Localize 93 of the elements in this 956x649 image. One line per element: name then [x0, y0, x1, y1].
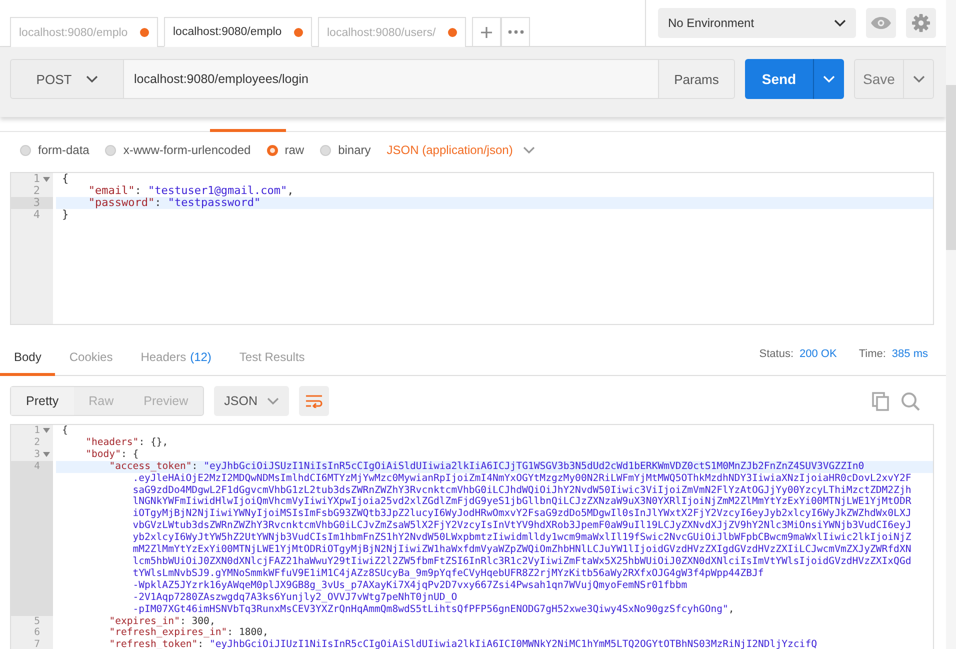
json-string: vbGVzLWtub3dsZWRnZWZhY3RvcnktcmVhbG0iLCJvZmZsaW5lX2FjY2VzcyIsInVtYV9hdXRob3JpemF0aW9uIl19LCJyZXNvdXJjZV9hY2Nlc3MiOnsiYWNjb3VudCI6eyJ: [132, 520, 912, 532]
json-number: 300: [192, 616, 210, 626]
json-number: 1800: [238, 627, 263, 638]
json-punctuation: }: [62, 208, 69, 221]
json-string: "testuser1@gmail.com": [148, 184, 288, 197]
json-punctuation: ,: [262, 627, 268, 638]
json-string: iOTgyMjBjN2NjIiwiYWNyIjoiMSIsImFsbG93ZWQtb3JpZ2lucyI6WyJodHRwOmxvY2FsaG9zdDo5MDgwIl0sInJlYWxtX2FjY2VzcyI6eyJyb2xlcyI6WyJkZWZhdWx0LXJ: [132, 508, 912, 520]
body-mode-radio[interactable]: form-data: [20, 143, 90, 157]
json-key: "password": [88, 196, 155, 209]
json-punctuation: : {},: [138, 436, 168, 448]
json-string: yb2xlcyI6WyJtYW5hZ2UtYWNjb3VudCIsIm1hbmFnZS1hY2NvdW50LWxpbmtzIiwidmlldy1wcm9maWxlIl19fSwic2NvcGUiOiJlbWFpbCBwcm9maWxlIiwic2lkIjoiNjZ: [132, 532, 912, 544]
radio-label: form-data: [38, 143, 90, 157]
radio-label: raw: [284, 143, 304, 157]
url-field[interactable]: localhost:9080/employees/login: [124, 59, 658, 99]
copy-icon: [872, 392, 889, 410]
line-number: 1: [34, 425, 40, 437]
format-dropdown[interactable]: JSON: [214, 386, 290, 416]
body-mode-radio[interactable]: raw: [266, 143, 304, 157]
json-string: "eyJhbGciOiJSUzI1NiIsInR5cCIgOiAiSldUIiwia2lkIiA6ICJjTG1WSGV3b3N5dUd2cWd1bERKWmVDZ0ctS1M0MnZJb2FnZnZ4SUV3VGZZIn0: [204, 460, 864, 472]
json-key: "body": [86, 448, 121, 460]
json-punctuation: ,: [209, 616, 216, 626]
method-dropdown[interactable]: POST: [10, 59, 124, 99]
fold-caret-icon[interactable]: [42, 176, 50, 182]
json-key: "access_token": [109, 460, 192, 472]
json-punctuation: {: [62, 425, 68, 436]
new-tab-button[interactable]: [472, 17, 501, 47]
fold-caret-icon[interactable]: [42, 452, 50, 458]
caret-icon: [834, 19, 846, 27]
status-text: Status: 200 OK: [759, 348, 837, 360]
params-button[interactable]: Params: [658, 59, 735, 99]
line-number: 4: [33, 209, 40, 221]
json-punctuation: :: [227, 627, 234, 638]
line-number: 3: [34, 448, 40, 461]
json-key: "refresh_expires_in": [109, 627, 228, 638]
json-string: -2V1Aqp7280ZAszwgdq7A3ks6Yunjly2_OVVJ7vWtg7peNhT0jnUD_O: [132, 592, 458, 603]
json-punctuation: ,: [287, 184, 294, 197]
caret-icon: [522, 146, 535, 154]
request-body-editor[interactable]: 1 { 2 "email": "testuser1@gmail.com", 3 "password": "testpassword" 4 }: [10, 172, 934, 325]
response-tab[interactable]: Headers (12): [126, 350, 226, 376]
json-string: lNGNkYWFmIiwidHlwIjoiQmVhcmVyIiwiYXpwIjoia25vd2xlZGdlZmFjdG9yeS1jbGllbnQiLCJzZXNzaW9uX3N0YXRlIjoiNjZmM2ZlMmYtYzExYi00MTNjLWE1YjMtODR: [132, 496, 912, 508]
search-icon: [901, 392, 920, 410]
json-string: -WpklAZ5JYzrk16yAWqeM0plJX9GB8g_3vUs_p7AXayKi7X4jqPv2D7vxy667Zsi4Pwsah1qn7WVujQmyoFemNSr01fbbm: [132, 580, 688, 591]
caret-icon: [912, 75, 924, 83]
view-mode-button[interactable]: Pretty: [11, 387, 74, 415]
settings-button[interactable]: [906, 8, 936, 38]
request-tab[interactable]: localhost:9080/emplo: [164, 17, 312, 47]
json-string: tYWlsLmNvbSJ9.gYMNoSmmkWFfuV9E1iM1C4jAZz8SUcyBa_9m9pYqfeCVyHqebUFR8Z2rjMYzKitb56aWy2RXfxOJG4gW3f4pWpp44ZBJf: [132, 568, 764, 579]
line-number: 4: [34, 460, 40, 473]
line-number: 5: [34, 616, 40, 628]
radio-label: binary: [338, 143, 371, 157]
line-number: 6: [34, 627, 40, 640]
json-punctuation: :: [192, 460, 199, 472]
json-key: "email": [88, 184, 135, 197]
line-number: 3: [33, 197, 40, 209]
json-punctuation: ,: [728, 604, 734, 615]
environment-dropdown[interactable]: No Environment: [658, 8, 856, 38]
json-punctuation: :: [180, 616, 187, 626]
json-string: lcm5hbWUiOiJ0ZXN0dXNlcjFAZ21haWwuY29tIiwiZ2l2ZW5fbmFtZSI6InRlc3R1c2VyIiwiZmFtaWx5X25hbWUiOiJ0ZXN0dXNlciIsImVtYWlsIjoidGVzdHVzZXIxQGd: [132, 556, 912, 567]
json-punctuation: : {: [120, 448, 139, 460]
json-string: -pIM07XGt46imHSNVbTq3RunxMsCEV3YXZrQnHqAmmQm8wdS5tLihtsQfPFP56gnENODG7gH52xwe3Qiwy4SxNo90gzSfcyhGOng": [132, 604, 728, 615]
line-number: 2: [33, 185, 40, 197]
line-number: 7: [34, 639, 40, 649]
json-punctuation: :: [154, 196, 162, 209]
json-key: "headers": [86, 436, 139, 448]
wrap-lines-button[interactable]: [299, 386, 330, 416]
response-tab[interactable]: Body: [0, 350, 56, 376]
json-punctuation: :: [134, 184, 142, 197]
eye-icon: [871, 17, 891, 29]
plus-icon: [481, 26, 492, 38]
more-icon: [508, 30, 524, 34]
copy-button[interactable]: [872, 392, 889, 410]
json-punctuation: :: [198, 639, 205, 649]
json-punctuation: {: [62, 172, 69, 185]
search-button[interactable]: [901, 392, 920, 410]
json-key: "expires_in": [109, 616, 180, 626]
environment-preview-button[interactable]: [866, 8, 896, 38]
more-tabs-button[interactable]: [501, 17, 530, 47]
scrollbar[interactable]: [946, 0, 956, 649]
body-mode-radio[interactable]: binary: [320, 143, 371, 157]
caret-icon: [86, 75, 98, 83]
caret-icon: [823, 75, 835, 83]
json-string: "testpassword": [168, 196, 261, 209]
line-number: 2: [34, 436, 40, 449]
time-text: Time: 385 ms: [858, 348, 928, 360]
json-string: "eyJhbGciOiJIUzI1NiIsInR5cCIgOiAiSldUIiwia2lkIiA6ICI0MWNkY2NiMC1hYmM5LTQ2OGYtOTBhNS03MzRiNjI2NDljYzcifQ: [209, 639, 817, 649]
json-string: saG9zdDo4MDgwL2F1dGgvcmVhbG1zL2tub3dsZWRnZWZhY3RvcnktcmVhbG0iLCJhdWQiOiJhY2NvdW50Iiwic3ViIjoiZmVmN2FlYzAtOGJjYy00YzcyLThiMzctZDM2Zjh: [132, 484, 912, 496]
line-number: 1: [33, 173, 40, 185]
caret-icon: [267, 397, 280, 405]
fold-caret-icon[interactable]: [42, 428, 50, 434]
settings-icon: [912, 14, 930, 32]
json-string: mM2ZlMmYtYzExYi00MTNjLWE1YjMtODRiOTgyMjBjN2NjIiwiZW1haWxfdmVyaWZpZWQiOmZhbHNlLCJuYW1lIjoidGVzdHVzZXIgdGVzdHVzZXIiLCJwcmVmZXJyZWRfdXN: [132, 544, 912, 556]
json-key: "refresh_token": [109, 639, 198, 649]
json-string: .eyJleHAiOjE2MzI2MDQwNDMsImlhdCI6MTYzMjYwMzc0MywianRpIjoiZmI4NmYxOGYtMzgzMy00N2RiLWFmYjMtMWQ5OThkMzdhNDY3IiwiaXNzIjoiaHR0cDovL2xvY2F: [132, 472, 912, 484]
